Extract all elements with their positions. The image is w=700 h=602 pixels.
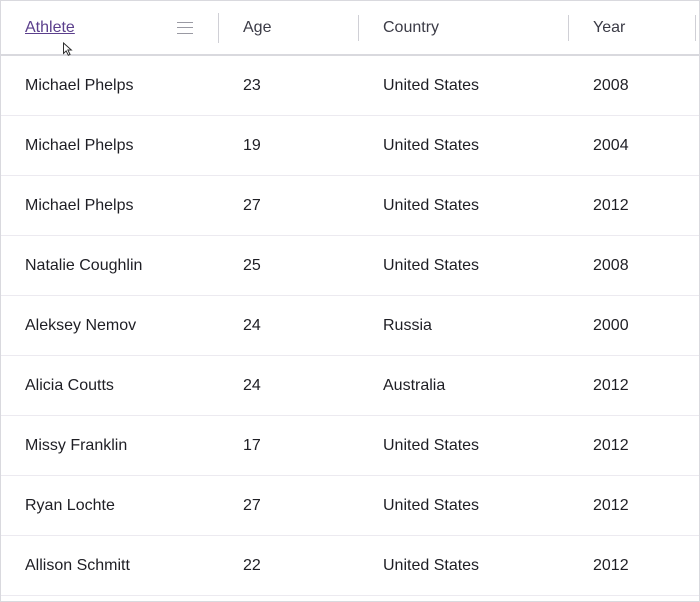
- cell-athlete[interactable]: Missy Franklin: [1, 437, 219, 455]
- column-header-athlete[interactable]: Athlete: [1, 1, 219, 54]
- cell-age[interactable]: 25: [219, 257, 359, 275]
- table-row[interactable]: Allison Schmitt22United States2012: [1, 536, 699, 596]
- cell-athlete[interactable]: Allison Schmitt: [1, 557, 219, 575]
- cell-country[interactable]: United States: [359, 197, 569, 215]
- column-header-year[interactable]: Year: [569, 1, 696, 54]
- cell-country[interactable]: United States: [359, 257, 569, 275]
- table-row[interactable]: Michael Phelps23United States2008: [1, 56, 699, 116]
- cell-age[interactable]: 23: [219, 77, 359, 95]
- data-grid: Athlete Age Country Year Michael Phelps2…: [0, 0, 700, 602]
- column-header-label[interactable]: Year: [593, 19, 625, 37]
- cell-age[interactable]: 24: [219, 377, 359, 395]
- column-header-label[interactable]: Country: [383, 19, 439, 37]
- cell-year[interactable]: 2008: [569, 77, 696, 95]
- cell-age[interactable]: 24: [219, 317, 359, 335]
- table-row[interactable]: Aleksey Nemov24Russia2000: [1, 296, 699, 356]
- column-header-row: Athlete Age Country Year: [1, 1, 699, 56]
- column-header-country[interactable]: Country: [359, 1, 569, 54]
- cell-country[interactable]: United States: [359, 557, 569, 575]
- table-row[interactable]: Alicia Coutts24Australia2012: [1, 356, 699, 416]
- hamburger-menu-icon[interactable]: [177, 22, 193, 34]
- cell-age[interactable]: 27: [219, 197, 359, 215]
- cell-athlete[interactable]: Aleksey Nemov: [1, 317, 219, 335]
- cell-athlete[interactable]: Ryan Lochte: [1, 497, 219, 515]
- column-header-label[interactable]: Age: [243, 19, 271, 37]
- cell-athlete[interactable]: Alicia Coutts: [1, 377, 219, 395]
- cell-country[interactable]: United States: [359, 497, 569, 515]
- cell-age[interactable]: 19: [219, 137, 359, 155]
- cell-athlete[interactable]: Michael Phelps: [1, 197, 219, 215]
- cell-age[interactable]: 22: [219, 557, 359, 575]
- cell-age[interactable]: 27: [219, 497, 359, 515]
- cell-year[interactable]: 2008: [569, 257, 696, 275]
- cell-year[interactable]: 2000: [569, 317, 696, 335]
- column-header-label[interactable]: Athlete: [25, 19, 75, 37]
- cell-country[interactable]: United States: [359, 437, 569, 455]
- cell-year[interactable]: 2012: [569, 377, 696, 395]
- column-resize-handle[interactable]: [695, 15, 696, 41]
- cell-year[interactable]: 2004: [569, 137, 696, 155]
- cell-year[interactable]: 2012: [569, 437, 696, 455]
- table-row[interactable]: Natalie Coughlin25United States2008: [1, 236, 699, 296]
- cell-country[interactable]: United States: [359, 77, 569, 95]
- table-row[interactable]: Michael Phelps27United States2012: [1, 176, 699, 236]
- table-row[interactable]: Ryan Lochte27United States2012: [1, 476, 699, 536]
- table-row[interactable]: Missy Franklin17United States2012: [1, 416, 699, 476]
- table-body: Michael Phelps23United States2008Michael…: [1, 56, 699, 596]
- cell-age[interactable]: 17: [219, 437, 359, 455]
- cell-athlete[interactable]: Natalie Coughlin: [1, 257, 219, 275]
- cell-country[interactable]: United States: [359, 137, 569, 155]
- cell-year[interactable]: 2012: [569, 497, 696, 515]
- cell-country[interactable]: Australia: [359, 377, 569, 395]
- cell-year[interactable]: 2012: [569, 557, 696, 575]
- column-header-age[interactable]: Age: [219, 1, 359, 54]
- cell-country[interactable]: Russia: [359, 317, 569, 335]
- cell-athlete[interactable]: Michael Phelps: [1, 137, 219, 155]
- cell-year[interactable]: 2012: [569, 197, 696, 215]
- cell-athlete[interactable]: Michael Phelps: [1, 77, 219, 95]
- table-row[interactable]: Michael Phelps19United States2004: [1, 116, 699, 176]
